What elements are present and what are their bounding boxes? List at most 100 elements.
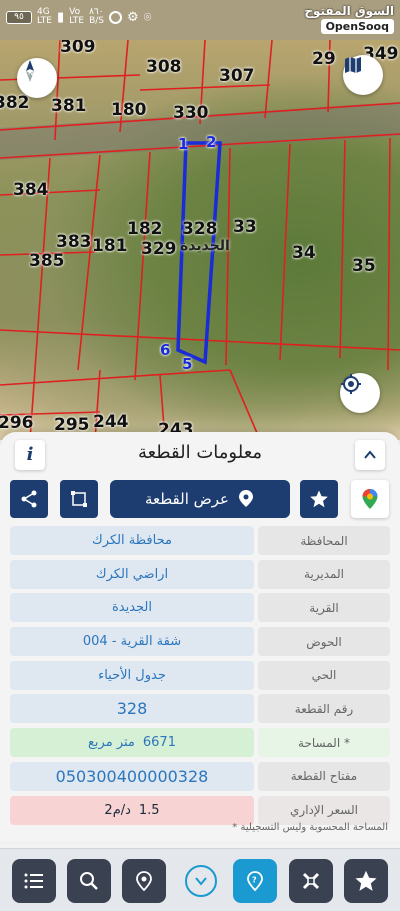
parcel-map[interactable]: 309 308 307 29 349 382 381 180 330 384 1… [0, 40, 400, 440]
satellite-icon [302, 872, 320, 890]
map-layers-button[interactable] [343, 55, 383, 95]
detail-row-admin-price: د/م2 1.5 السعر الإداري [10, 795, 390, 825]
list-icon [24, 873, 43, 889]
network-4g-icon: 4G LTE [37, 8, 52, 26]
alarm-icon [109, 10, 123, 24]
detail-label: المحافظة [258, 526, 390, 555]
detail-value: جدول الأحياء [10, 660, 254, 690]
my-location-button[interactable] [340, 373, 380, 413]
plot-number: 29 [312, 49, 336, 69]
plot-number: 328 [182, 219, 218, 239]
parcel-details-table: محافظة الكرك المحافظة اراضي الكرك المدير… [10, 526, 390, 829]
google-maps-button[interactable] [351, 480, 389, 518]
area-unit: متر مربع [88, 735, 135, 751]
detail-value: شقة القرية - 004 [10, 627, 254, 657]
signal-icon: ▮ [56, 9, 65, 25]
compass-button[interactable]: N [17, 58, 57, 98]
chevron-up-icon [364, 450, 376, 459]
settings-icon: ⚙ [127, 9, 139, 25]
plot-number: 34 [292, 243, 316, 263]
detail-row-governorate: محافظة الكرك المحافظة [10, 526, 390, 555]
data-speed: ٨٦٠ B/S [89, 8, 104, 26]
plot-number: 244 [93, 412, 129, 432]
area-footnote: * المساحة المحسوبة وليس التسجيلية [232, 822, 388, 833]
view-parcel-label: عرض القطعة [144, 490, 230, 508]
detail-label: الحوض [258, 627, 390, 657]
detail-label: المديرية [258, 559, 390, 589]
data-speed-unit: B/S [89, 16, 105, 26]
favorites-button[interactable] [344, 859, 388, 903]
help-pin-icon: ? [247, 871, 263, 892]
plot-number: 296 [0, 413, 34, 433]
detail-value: اراضي الكرك [10, 559, 254, 589]
panel-title: معلومات القطعة [137, 442, 263, 463]
plot-number: 33 [233, 217, 257, 237]
parcel-vertex-label: 5 [182, 355, 193, 373]
star-icon [355, 870, 377, 891]
detail-row-directorate: اراضي الكرك المديرية [10, 559, 390, 589]
parcel-vertex-label: 2 [206, 133, 217, 151]
list-button[interactable] [12, 859, 56, 903]
plot-number: 382 [0, 93, 30, 113]
detail-value[interactable]: 050300400000328 [10, 761, 254, 791]
nearby-button[interactable] [122, 859, 166, 903]
google-maps-icon [362, 489, 378, 509]
svg-text:N: N [28, 69, 33, 77]
location-pin-icon [136, 871, 152, 892]
favorite-button[interactable] [300, 480, 338, 518]
share-button[interactable] [10, 480, 48, 518]
search-button[interactable] [67, 859, 111, 903]
detail-label: المساحة * [258, 728, 390, 758]
plot-number: 309 [60, 40, 96, 57]
star-icon [310, 490, 328, 508]
location-icon: ⌾ [143, 9, 152, 25]
location-pin-icon [239, 490, 254, 507]
parcel-info-tab[interactable]: ? [233, 859, 277, 903]
parcel-info-panel: i معلومات القطعة عرض القطعة محافظة الكرك… [0, 432, 400, 842]
polygon-button[interactable] [60, 480, 98, 518]
price-unit: د/م2 [104, 802, 131, 818]
detail-row-village: الجديدة القرية [10, 593, 390, 623]
action-row: عرض القطعة [0, 480, 400, 520]
svg-text:?: ? [252, 876, 257, 885]
plot-number: 35 [352, 256, 376, 276]
detail-value: محافظة الكرك [10, 526, 254, 555]
detail-label: السعر الإداري [258, 795, 390, 825]
detail-label: مفتاح القطعة [258, 761, 390, 791]
area-number: 6671 [142, 735, 176, 751]
satellite-button[interactable] [289, 859, 333, 903]
detail-row-basin: شقة القرية - 004 الحوض [10, 627, 390, 657]
plot-number: 182 [127, 219, 163, 239]
expand-toggle-button[interactable] [185, 865, 217, 897]
collapse-button[interactable] [355, 440, 385, 470]
detail-row-neighborhood: جدول الأحياء الحي [10, 660, 390, 690]
chevron-down-icon [195, 877, 207, 886]
brand-english: OpenSooq [320, 19, 394, 34]
plot-number: 384 [13, 180, 49, 200]
volte-sub-label: LTE [69, 16, 85, 26]
detail-row-area: متر مربع 6671 المساحة * [10, 728, 390, 758]
detail-label: القرية [258, 593, 390, 623]
crosshair-icon [341, 374, 361, 394]
panel-header: i معلومات القطعة [0, 432, 400, 476]
view-parcel-button[interactable]: عرض القطعة [110, 480, 290, 518]
plot-number: 381 [51, 96, 87, 116]
network-sub-label: LTE [37, 16, 52, 26]
detail-row-parcel-number: 328 رقم القطعة [10, 694, 390, 724]
plot-number: 308 [146, 57, 182, 77]
parcel-village-label: الجديدة [180, 238, 230, 254]
parcel-vertex-label: 6 [160, 341, 171, 359]
parcel-vertex-label: 1 [178, 135, 189, 153]
search-icon [80, 872, 98, 890]
plot-number: 307 [219, 66, 255, 86]
area-value: متر مربع 6671 [10, 728, 254, 758]
brand-watermark: السوق المفتوح OpenSooq [304, 4, 394, 34]
detail-label: رقم القطعة [258, 694, 390, 724]
bottom-navigation: ? [0, 848, 400, 911]
status-bar: ٩٥ 4G LTE ▮ Vo LTE ٨٦٠ B/S ⚙ ⌾ السوق المفتو… [0, 0, 400, 40]
plot-number: 329 [141, 239, 177, 259]
detail-value: الجديدة [10, 593, 254, 623]
price-value: د/م2 1.5 [10, 795, 254, 825]
brand-arabic: السوق المفتوح [304, 4, 394, 18]
volte-icon: Vo LTE [69, 8, 84, 26]
